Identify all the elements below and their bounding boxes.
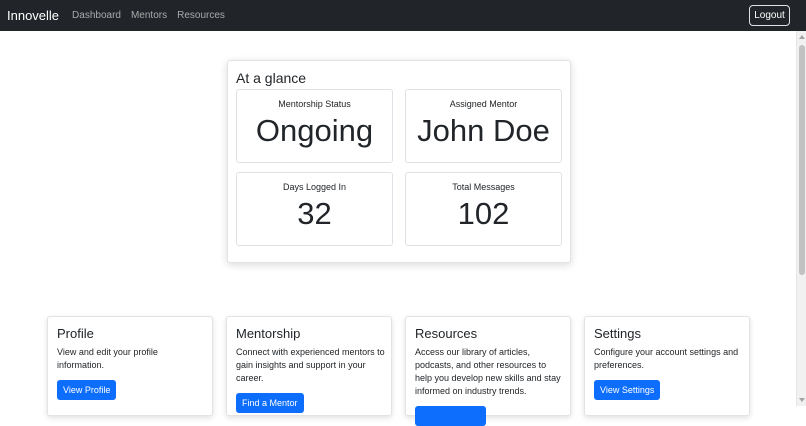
- card-text: Configure your account settings and pref…: [594, 347, 739, 370]
- stat-total-messages: Total Messages 102: [405, 172, 562, 246]
- stat-label: Assigned Mentor: [449, 99, 518, 109]
- stat-value: 102: [457, 196, 510, 231]
- stat-label: Total Messages: [452, 182, 515, 192]
- nav-link-resources[interactable]: Resources: [177, 10, 225, 21]
- card-title: Resources: [415, 326, 478, 341]
- stat-label: Days Logged In: [282, 182, 347, 192]
- scroll-up-icon[interactable]: [799, 35, 805, 39]
- settings-card: Settings Configure your account settings…: [584, 316, 750, 416]
- glance-title: At a glance: [236, 70, 307, 86]
- view-settings-button[interactable]: View Settings: [594, 380, 661, 400]
- card-title: Profile: [57, 326, 94, 341]
- logout-button[interactable]: Logout: [749, 5, 790, 26]
- at-a-glance-card: At a glance Mentorship Status Ongoing As…: [227, 60, 571, 263]
- stat-label: Mentorship Status: [278, 99, 351, 109]
- find-mentor-button[interactable]: Find a Mentor: [236, 393, 304, 413]
- card-text: View and edit your profile information.: [57, 347, 158, 370]
- stat-mentorship-status: Mentorship Status Ongoing: [236, 89, 393, 163]
- profile-card: Profile View and edit your profile infor…: [47, 316, 213, 416]
- card-text: Access our library of articles, podcasts…: [415, 347, 561, 396]
- card-text: Connect with experienced mentors to gain…: [236, 347, 385, 383]
- nav-link-dashboard[interactable]: Dashboard: [72, 10, 121, 21]
- card-title: Mentorship: [236, 326, 301, 341]
- stat-days-logged-in: Days Logged In 32: [236, 172, 393, 246]
- stat-value: 32: [297, 196, 332, 231]
- top-navbar: Innovelle Dashboard Mentors Resources Lo…: [0, 0, 806, 31]
- page-scrollbar[interactable]: [796, 31, 806, 406]
- scroll-down-icon[interactable]: [799, 398, 805, 402]
- brand-logo[interactable]: Innovelle: [7, 8, 59, 23]
- mentorship-card: Mentorship Connect with experienced ment…: [226, 316, 392, 416]
- view-profile-button[interactable]: View Profile: [57, 380, 117, 400]
- stat-value: Ongoing: [255, 113, 374, 148]
- resources-button[interactable]: [415, 406, 486, 426]
- stat-value: John Doe: [417, 113, 550, 148]
- scroll-thumb[interactable]: [799, 45, 805, 275]
- stat-assigned-mentor: Assigned Mentor John Doe: [405, 89, 562, 163]
- card-title: Settings: [594, 326, 641, 341]
- nav-link-mentors[interactable]: Mentors: [131, 10, 167, 21]
- resources-card: Resources Access our library of articles…: [405, 316, 571, 426]
